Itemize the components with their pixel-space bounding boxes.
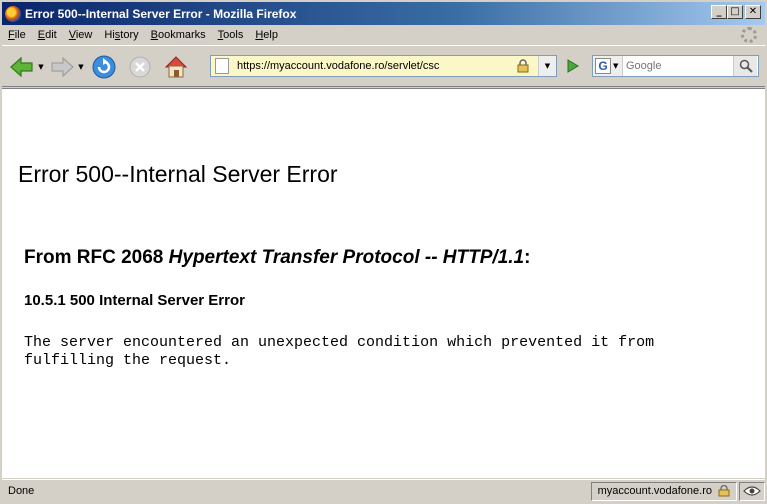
firefox-icon — [5, 5, 21, 22]
forward-button[interactable] — [48, 53, 76, 81]
url-text[interactable]: https://myaccount.vodafone.ro/servlet/cs… — [237, 60, 439, 72]
home-icon — [164, 55, 188, 77]
menu-edit-accel: E — [37, 29, 46, 41]
go-icon[interactable] — [562, 56, 582, 76]
search-icon — [739, 59, 753, 73]
menu-history-pre: Hi — [104, 29, 115, 41]
home-button[interactable] — [162, 53, 190, 81]
error-message: The server encountered an unexpected con… — [24, 334, 655, 369]
back-icon — [10, 56, 33, 77]
menu-tools-label: ools — [223, 29, 244, 41]
menu-bookmarks-accel: B — [150, 29, 158, 41]
stop-icon — [129, 56, 151, 77]
search-box: G ▼ — [592, 55, 759, 77]
minimize-button[interactable]: _ — [711, 5, 727, 19]
rfc-heading: From RFC 2068 Hypertext Transfer Protoco… — [24, 247, 530, 269]
menu-tools[interactable]: Tools — [212, 29, 250, 41]
eye-button[interactable] — [739, 481, 765, 501]
menu-bookmarks[interactable]: Bookmarks — [145, 29, 212, 41]
menu-bookmarks-label: ookmarks — [157, 29, 206, 41]
menu-bar: File Edit View History Bookmarks Tools H… — [2, 25, 765, 46]
close-button[interactable]: ✕ — [745, 5, 761, 19]
maximize-button[interactable]: □ — [727, 5, 743, 19]
eye-icon — [743, 486, 761, 496]
section-heading: 10.5.1 500 Internal Server Error — [24, 292, 245, 309]
window-controls: _ □ ✕ — [711, 5, 761, 19]
forward-icon — [51, 56, 74, 77]
menu-edit-label: dit — [45, 29, 57, 41]
status-bar: Done myaccount.vodafone.ro — [2, 479, 765, 502]
lock-icon[interactable] — [516, 59, 530, 73]
forward-history-dropdown[interactable]: ▼ — [76, 63, 86, 71]
address-bar[interactable]: https://myaccount.vodafone.ro/servlet/cs… — [210, 55, 557, 77]
title-bar[interactable]: Error 500--Internal Server Error - Mozil… — [0, 0, 767, 25]
stop-button[interactable] — [126, 53, 154, 81]
page-content[interactable]: Error 500--Internal Server Error From RF… — [2, 88, 765, 478]
search-input[interactable] — [623, 56, 733, 76]
lock-icon — [718, 485, 730, 497]
search-engine-dropdown-icon: ▼ — [613, 62, 619, 70]
back-history-dropdown[interactable]: ▼ — [36, 63, 46, 71]
page-icon — [215, 58, 229, 74]
menu-help-label: elp — [263, 29, 278, 41]
url-history-dropdown[interactable]: ▼ — [538, 56, 556, 76]
rfc-prefix: From RFC 2068 — [24, 247, 169, 268]
status-text: Done — [8, 485, 35, 497]
menu-file-accel: F — [8, 29, 15, 41]
back-button[interactable] — [8, 53, 36, 81]
menu-help[interactable]: Help — [249, 29, 284, 41]
menu-view-label: iew — [75, 29, 93, 41]
reload-button[interactable] — [90, 53, 118, 81]
menu-file[interactable]: File — [2, 29, 32, 41]
page-title: Error 500--Internal Server Error — [18, 161, 338, 187]
menu-edit[interactable]: Edit — [32, 29, 63, 41]
status-security-host[interactable]: myaccount.vodafone.ro — [590, 481, 737, 501]
search-button[interactable] — [733, 56, 757, 76]
window-title: Error 500--Internal Server Error - Mozil… — [25, 6, 297, 21]
rfc-title: Hypertext Transfer Protocol -- HTTP/1.1 — [168, 247, 525, 268]
menu-file-label: ile — [14, 29, 26, 41]
google-icon: G — [595, 58, 611, 74]
rfc-suffix: : — [524, 247, 531, 268]
reload-icon — [92, 55, 116, 78]
throbber-icon — [741, 27, 757, 43]
status-host-text: myaccount.vodafone.ro — [597, 485, 712, 497]
menu-history[interactable]: History — [98, 29, 144, 41]
navigation-toolbar: ▼ ▼ https://myaccount.vodafone.ro/servle… — [2, 47, 765, 87]
menu-view[interactable]: View — [63, 29, 99, 41]
menu-view-accel: V — [68, 29, 76, 41]
menu-history-label: tory — [120, 29, 139, 41]
search-engine-selector[interactable]: G ▼ — [593, 56, 623, 76]
